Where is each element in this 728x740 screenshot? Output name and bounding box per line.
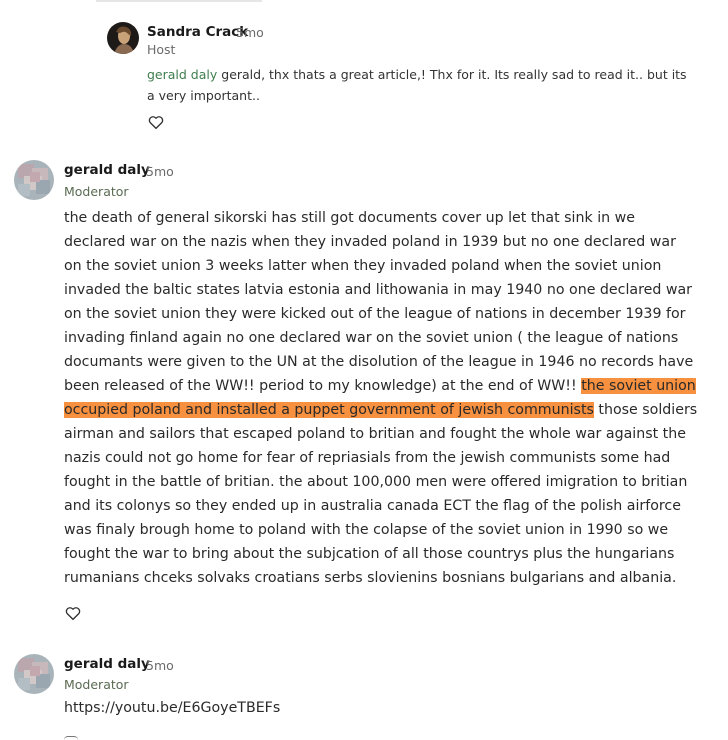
- comment-author[interactable]: gerald daly: [64, 656, 150, 672]
- avatar-photo-icon: [107, 22, 139, 54]
- author-role: Moderator: [64, 184, 129, 199]
- like-button[interactable]: [147, 113, 165, 131]
- author-role: Host: [147, 42, 176, 57]
- comment-text: those soldiers airman and sailors that e…: [64, 402, 698, 586]
- like-button[interactable]: [64, 604, 82, 622]
- like-button-partial[interactable]: [64, 736, 78, 740]
- avatar[interactable]: [14, 654, 54, 694]
- avatar[interactable]: [107, 22, 139, 54]
- divider: [96, 0, 262, 2]
- comment-body: gerald daly gerald, thx thats a great ar…: [147, 64, 687, 106]
- avatar-pixelated-icon: [14, 160, 54, 200]
- avatar-pixelated-icon: [14, 654, 54, 694]
- comment-author[interactable]: Sandra Crack: [147, 24, 248, 40]
- mention-link[interactable]: gerald daly: [147, 67, 217, 82]
- author-role: Moderator: [64, 677, 129, 692]
- comment-time: 5mo: [146, 658, 174, 673]
- comment-body: the death of general sikorski has still …: [64, 206, 698, 590]
- comment-text: gerald, thx thats a great article,! Thx …: [147, 67, 687, 103]
- comment-text: the death of general sikorski has still …: [64, 210, 694, 394]
- comment-time: 5mo: [236, 25, 264, 40]
- heart-icon: [148, 116, 164, 130]
- comment-time: 5mo: [146, 164, 174, 179]
- comment-author[interactable]: gerald daly: [64, 162, 150, 178]
- avatar[interactable]: [14, 160, 54, 200]
- comment-link[interactable]: https://youtu.be/E6GoyeTBEFs: [64, 700, 280, 716]
- heart-icon: [65, 607, 81, 621]
